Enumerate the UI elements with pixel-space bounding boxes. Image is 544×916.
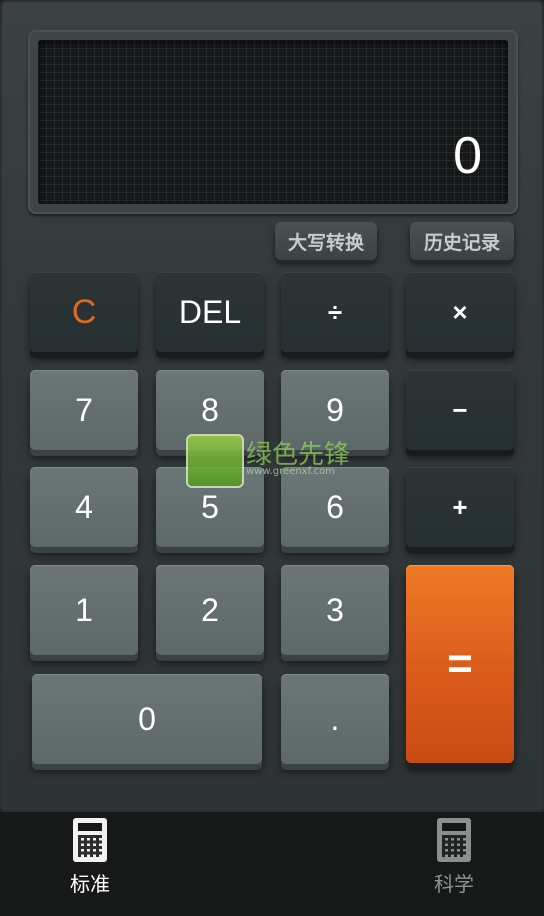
digit-3-button[interactable]: 3: [281, 565, 389, 655]
decimal-label: .: [330, 700, 340, 737]
digit-7-label: 7: [75, 391, 93, 428]
minus-button[interactable]: −: [406, 370, 514, 450]
calculator-icon: [437, 818, 471, 862]
digit-9-label: 9: [326, 391, 344, 428]
display-screen: 0: [38, 40, 508, 204]
digit-4-button[interactable]: 4: [30, 467, 138, 547]
watermark-url: www.greenxf.com: [246, 466, 335, 477]
delete-label: DEL: [178, 293, 242, 330]
digit-4-label: 4: [75, 488, 93, 525]
multiply-button[interactable]: ×: [406, 272, 514, 352]
tab-scientific-label: 科学: [434, 872, 474, 896]
divide-button[interactable]: ÷: [281, 272, 389, 352]
digit-7-button[interactable]: 7: [30, 370, 138, 450]
equals-label: =: [447, 639, 473, 688]
decimal-button[interactable]: .: [281, 674, 389, 764]
display-value: 0: [453, 127, 482, 185]
digit-1-label: 1: [75, 591, 93, 628]
minus-label: −: [452, 394, 468, 425]
watermark: 绿色先锋 www.greenxf.com: [186, 434, 356, 488]
calculator-body: 0 大写转换 历史记录 C DEL ÷ × 7 8 9 − 4 5 6 + 1: [0, 0, 544, 812]
delete-button[interactable]: DEL: [156, 272, 264, 352]
digit-2-label: 2: [201, 591, 219, 628]
digit-8-label: 8: [201, 391, 219, 428]
bottom-tab-bar: 标准 科学: [0, 812, 544, 916]
digit-6-label: 6: [326, 488, 344, 525]
tab-scientific[interactable]: 科学: [394, 818, 514, 908]
clear-label: C: [71, 292, 97, 331]
digit-1-button[interactable]: 1: [30, 565, 138, 655]
digit-3-label: 3: [326, 591, 344, 628]
digit-0-button[interactable]: 0: [32, 674, 262, 764]
uppercase-convert-button[interactable]: 大写转换: [275, 222, 377, 260]
tab-standard-label: 标准: [70, 872, 110, 896]
plus-label: +: [452, 491, 468, 522]
calculator-icon: [73, 818, 107, 862]
tab-standard[interactable]: 标准: [30, 818, 150, 908]
equals-button[interactable]: =: [406, 565, 514, 763]
clear-button[interactable]: C: [30, 272, 138, 352]
multiply-label: ×: [452, 296, 468, 327]
display-frame: 0: [28, 30, 518, 214]
history-button[interactable]: 历史记录: [410, 222, 514, 260]
plus-button[interactable]: +: [406, 467, 514, 547]
digit-5-label: 5: [201, 488, 219, 525]
digit-0-label: 0: [138, 700, 156, 737]
digit-2-button[interactable]: 2: [156, 565, 264, 655]
watermark-logo-icon: [186, 434, 244, 488]
divide-label: ÷: [327, 296, 343, 327]
